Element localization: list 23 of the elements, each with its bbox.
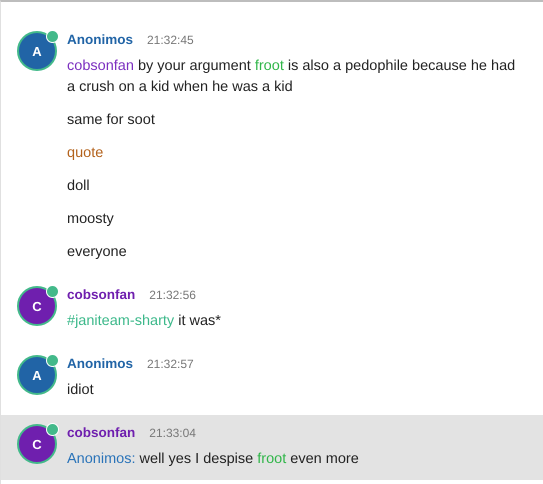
message-text: doll xyxy=(67,177,91,196)
timestamp: 21:33:04 xyxy=(149,426,196,440)
user-avatar[interactable]: C xyxy=(17,286,57,326)
timestamp: 21:32:56 xyxy=(149,288,196,302)
author-name[interactable]: Anonimos xyxy=(67,356,133,371)
user-avatar[interactable]: A xyxy=(17,355,57,395)
user-avatar[interactable]: C xyxy=(17,424,57,464)
author-name[interactable]: cobsonfan xyxy=(67,425,136,440)
timestamp: 21:32:45 xyxy=(147,33,194,47)
timestamp: 21:32:57 xyxy=(147,357,194,371)
message-text: everyone xyxy=(67,243,128,262)
user-mention[interactable]: Anonimos: xyxy=(67,451,136,467)
message-text: moosty xyxy=(67,210,115,229)
message-text: quote xyxy=(67,144,104,163)
message-text: cobsonfan by your argument froot is also a pedophile because he had a crush on a kid when he was a kid xyxy=(67,57,516,97)
message-text: Anonimos: well yes I despise froot even more xyxy=(67,450,359,469)
author-name[interactable]: cobsonfan xyxy=(67,287,136,302)
user-mention[interactable]: cobsonfan xyxy=(67,58,134,74)
author-name[interactable]: Anonimos xyxy=(67,32,133,47)
user-avatar[interactable]: A xyxy=(17,31,57,71)
message-text: #janiteam-sharty it was* xyxy=(67,312,221,331)
message-text: same for soot xyxy=(67,111,156,130)
message-text: idiot xyxy=(67,381,95,400)
